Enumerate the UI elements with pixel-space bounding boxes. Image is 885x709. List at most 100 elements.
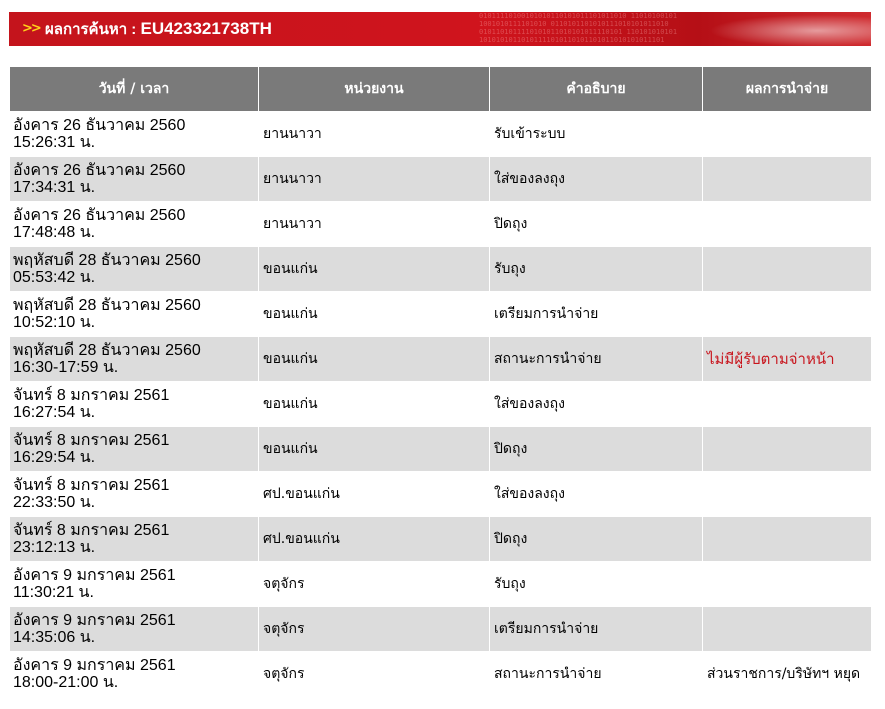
- cell-result: ไม่มีผู้รับตามจ่าหน้า: [702, 336, 872, 382]
- cell-datetime: อังคาร 26 ธันวาคม 2560 17:48:48 น.: [9, 201, 259, 247]
- cell-time: 14:35:06 น.: [13, 629, 96, 646]
- tracking-table: วันที่ / เวลา หน่วยงาน คำอธิบาย ผลการนำจ…: [9, 66, 872, 697]
- header-office: หน่วยงาน: [258, 66, 490, 112]
- table-row: อังคาร 9 มกราคม 2561 11:30:21 น. จตุจักร รั…: [9, 561, 872, 607]
- cell-datetime: อังคาร 9 มกราคม 2561 11:30:21 น.: [9, 561, 259, 607]
- table-row: พฤหัสบดี 28 ธันวาคม 2560 16:30-17:59 น. ขอ…: [9, 336, 872, 382]
- cell-office: ศป.ขอนแก่น: [258, 516, 490, 562]
- cell-result: [702, 291, 872, 337]
- banner-title-prefix: ผลการค้นหา :: [45, 21, 141, 38]
- cell-description: สถานะการนำจ่าย: [489, 651, 703, 697]
- cell-description: ปิดถุง: [489, 516, 703, 562]
- cell-description: สถานะการนำจ่าย: [489, 336, 703, 382]
- table-row: อังคาร 26 ธันวาคม 2560 17:34:31 น. ยานนาวา…: [9, 156, 872, 202]
- cell-time: 23:12:13 น.: [13, 539, 96, 556]
- cell-result: [702, 111, 872, 157]
- cell-result: [702, 381, 872, 427]
- cell-date: พฤหัสบดี 28 ธันวาคม 2560: [13, 342, 201, 359]
- cell-date: อังคาร 26 ธันวาคม 2560: [13, 207, 186, 224]
- double-chevron-right-icon: >>: [22, 21, 42, 36]
- cell-date: พฤหัสบดี 28 ธันวาคม 2560: [13, 297, 201, 314]
- cell-description: รับถุง: [489, 246, 703, 292]
- banner-glare: [691, 12, 871, 46]
- cell-time: 05:53:42 น.: [13, 269, 96, 286]
- table-row: พฤหัสบดี 28 ธันวาคม 2560 10:52:10 น. ขอนแก…: [9, 291, 872, 337]
- cell-time: 17:48:48 น.: [13, 224, 96, 241]
- cell-office: ยานนาวา: [258, 156, 490, 202]
- cell-office: ขอนแก่น: [258, 381, 490, 427]
- cell-result: [702, 246, 872, 292]
- cell-result: [702, 471, 872, 517]
- cell-office: ยานนาวา: [258, 111, 490, 157]
- cell-result: [702, 561, 872, 607]
- header-result: ผลการนำจ่าย: [702, 66, 872, 112]
- cell-result: [702, 201, 872, 247]
- cell-datetime: จันทร์ 8 มกราคม 2561 16:27:54 น.: [9, 381, 259, 427]
- cell-datetime: จันทร์ 8 มกราคม 2561 23:12:13 น.: [9, 516, 259, 562]
- cell-date: จันทร์ 8 มกราคม 2561: [13, 432, 170, 449]
- cell-datetime: พฤหัสบดี 28 ธันวาคม 2560 10:52:10 น.: [9, 291, 259, 337]
- cell-description: ใส่ของลงถุง: [489, 381, 703, 427]
- cell-date: อังคาร 9 มกราคม 2561: [13, 567, 176, 584]
- cell-time: 15:26:31 น.: [13, 134, 96, 151]
- cell-datetime: พฤหัสบดี 28 ธันวาคม 2560 16:30-17:59 น.: [9, 336, 259, 382]
- cell-date: อังคาร 9 มกราคม 2561: [13, 657, 176, 674]
- cell-datetime: จันทร์ 8 มกราคม 2561 16:29:54 น.: [9, 426, 259, 472]
- cell-description: ใส่ของลงถุง: [489, 471, 703, 517]
- cell-description: ปิดถุง: [489, 426, 703, 472]
- cell-date: พฤหัสบดี 28 ธันวาคม 2560: [13, 252, 201, 269]
- table-row: อังคาร 9 มกราคม 2561 18:00-21:00 น. จตุจัก…: [9, 651, 872, 697]
- cell-time: 11:30:21 น.: [13, 584, 94, 601]
- cell-datetime: อังคาร 26 ธันวาคม 2560 15:26:31 น.: [9, 111, 259, 157]
- cell-time: 10:52:10 น.: [13, 314, 96, 331]
- cell-result: [702, 516, 872, 562]
- cell-description: รับเข้าระบบ: [489, 111, 703, 157]
- cell-time: 17:34:31 น.: [13, 179, 96, 196]
- cell-datetime: อังคาร 9 มกราคม 2561 18:00-21:00 น.: [9, 651, 259, 697]
- cell-result: ส่วนราชการ/บริษัทฯ หยุด: [702, 651, 872, 697]
- cell-date: อังคาร 9 มกราคม 2561: [13, 612, 176, 629]
- cell-office: ขอนแก่น: [258, 246, 490, 292]
- table-row: พฤหัสบดี 28 ธันวาคม 2560 05:53:42 น. ขอนแก…: [9, 246, 872, 292]
- cell-date: จันทร์ 8 มกราคม 2561: [13, 477, 170, 494]
- cell-office: จตุจักร: [258, 606, 490, 652]
- table-row: อังคาร 26 ธันวาคม 2560 15:26:31 น. ยานนาวา…: [9, 111, 872, 157]
- tracking-number: EU423321738TH: [140, 19, 272, 38]
- table-row: จันทร์ 8 มกราคม 2561 23:12:13 น. ศป.ขอนแก่…: [9, 516, 872, 562]
- cell-date: อังคาร 26 ธันวาคม 2560: [13, 117, 186, 134]
- cell-office: ศป.ขอนแก่น: [258, 471, 490, 517]
- cell-time: 16:27:54 น.: [13, 404, 96, 421]
- cell-description: เตรียมการนำจ่าย: [489, 291, 703, 337]
- cell-office: ขอนแก่น: [258, 426, 490, 472]
- cell-datetime: อังคาร 26 ธันวาคม 2560 17:34:31 น.: [9, 156, 259, 202]
- table-row: อังคาร 9 มกราคม 2561 14:35:06 น. จตุจักร เต…: [9, 606, 872, 652]
- header-datetime: วันที่ / เวลา: [9, 66, 259, 112]
- result-banner: 01011110100101010110101011101011010 1101…: [9, 12, 871, 46]
- table-header-row: วันที่ / เวลา หน่วยงาน คำอธิบาย ผลการนำจ…: [9, 66, 872, 112]
- table-row: จันทร์ 8 มกราคม 2561 22:33:50 น. ศป.ขอนแก่…: [9, 471, 872, 517]
- cell-office: ขอนแก่น: [258, 336, 490, 382]
- table-row: จันทร์ 8 มกราคม 2561 16:29:54 น. ขอนแก่น ปิ…: [9, 426, 872, 472]
- cell-result: [702, 606, 872, 652]
- cell-datetime: อังคาร 9 มกราคม 2561 14:35:06 น.: [9, 606, 259, 652]
- table-row: อังคาร 26 ธันวาคม 2560 17:48:48 น. ยานนาวา…: [9, 201, 872, 247]
- cell-time: 18:00-21:00 น.: [13, 674, 119, 691]
- cell-description: ใส่ของลงถุง: [489, 156, 703, 202]
- cell-description: เตรียมการนำจ่าย: [489, 606, 703, 652]
- cell-office: ยานนาวา: [258, 201, 490, 247]
- cell-date: อังคาร 26 ธันวาคม 2560: [13, 162, 186, 179]
- cell-result: [702, 426, 872, 472]
- cell-time: 22:33:50 น.: [13, 494, 96, 511]
- cell-office: จตุจักร: [258, 561, 490, 607]
- header-description: คำอธิบาย: [489, 66, 703, 112]
- banner-title: ผลการค้นหา : EU423321738TH: [45, 20, 272, 39]
- cell-datetime: จันทร์ 8 มกราคม 2561 22:33:50 น.: [9, 471, 259, 517]
- cell-description: ปิดถุง: [489, 201, 703, 247]
- cell-date: จันทร์ 8 มกราคม 2561: [13, 522, 170, 539]
- cell-description: รับถุง: [489, 561, 703, 607]
- cell-datetime: พฤหัสบดี 28 ธันวาคม 2560 05:53:42 น.: [9, 246, 259, 292]
- cell-date: จันทร์ 8 มกราคม 2561: [13, 387, 170, 404]
- cell-time: 16:30-17:59 น.: [13, 359, 119, 376]
- table-row: จันทร์ 8 มกราคม 2561 16:27:54 น. ขอนแก่น ใส…: [9, 381, 872, 427]
- cell-office: จตุจักร: [258, 651, 490, 697]
